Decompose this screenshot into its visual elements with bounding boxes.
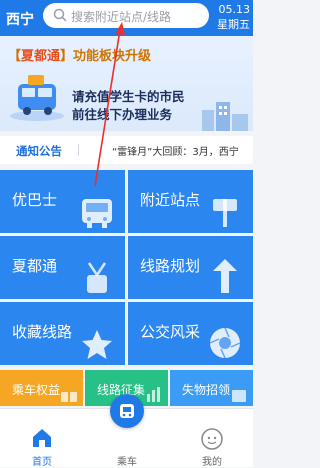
tile-nearby-stops[interactable]: 附近站点 bbox=[128, 170, 253, 233]
tile-label: 附近站点 bbox=[140, 191, 201, 209]
chart-icon bbox=[147, 387, 160, 402]
gift-icon bbox=[61, 392, 77, 402]
box-icon bbox=[232, 390, 246, 402]
tile-xiadutong[interactable]: 夏都通 bbox=[0, 236, 125, 299]
date-text: 05.13 bbox=[218, 3, 251, 16]
date-display: 05.13 星期五 bbox=[217, 2, 250, 32]
notice-divider bbox=[78, 144, 79, 156]
top-header: 西宁 搜索附近站点/线路 05.13 星期五 bbox=[0, 0, 253, 36]
camera-shutter-icon bbox=[209, 327, 241, 359]
bus-illustration-icon bbox=[10, 75, 64, 121]
banner-line-1: 请充值学生卡的市民 bbox=[72, 89, 185, 104]
tab-mine[interactable]: 我的 bbox=[170, 409, 254, 468]
banner-tag-close: 】功能板块升级 bbox=[60, 49, 152, 64]
function-grid: 优巴士 附近站点 夏都通 线路规划 收藏线路 公交风采 bbox=[0, 170, 253, 365]
tile-bus-gallery[interactable]: 公交风采 bbox=[128, 302, 253, 365]
tab-ride-label: 乘车 bbox=[117, 457, 137, 468]
tile-label: 优巴士 bbox=[12, 191, 58, 209]
profile-icon bbox=[201, 428, 223, 450]
tab-home-label: 首页 bbox=[32, 457, 52, 468]
tab-home[interactable]: 首页 bbox=[0, 409, 84, 468]
city-selector[interactable]: 西宁 bbox=[6, 9, 34, 29]
banner-tag: 【夏都通】功能板块升级 bbox=[8, 45, 151, 64]
bus-card-icon bbox=[120, 404, 134, 418]
banner-tag-open: 【 bbox=[8, 49, 22, 64]
search-placeholder: 搜索附近站点/线路 bbox=[71, 10, 172, 24]
notice-bar[interactable]: 通知公告 “雷锋月”大回顾：3月，西宁 bbox=[0, 136, 253, 164]
tile-route-planning[interactable]: 线路规划 bbox=[128, 236, 253, 299]
ride-qr-button[interactable] bbox=[110, 394, 144, 428]
quick-ride-benefits[interactable]: 乘车权益 bbox=[0, 370, 83, 406]
promo-banner[interactable]: 【夏都通】功能板块升级 请充值学生卡的市民 前往线下办理业务 bbox=[0, 36, 253, 131]
tile-favorite-routes[interactable]: 收藏线路 bbox=[0, 302, 125, 365]
quick-label: 失物招领 bbox=[182, 383, 231, 397]
bus-stop-icon bbox=[213, 199, 237, 227]
quick-label: 乘车权益 bbox=[12, 383, 61, 397]
tile-label: 夏都通 bbox=[12, 257, 58, 275]
search-icon bbox=[53, 8, 67, 22]
notice-text: “雷锋月”大回顾：3月，西宁 bbox=[112, 147, 239, 158]
tile-label: 收藏线路 bbox=[12, 323, 73, 341]
quick-lost-found[interactable]: 失物招领 bbox=[170, 370, 253, 406]
tile-youbashi[interactable]: 优巴士 bbox=[0, 170, 125, 233]
weekday-text: 星期五 bbox=[217, 18, 250, 31]
route-arrow-icon bbox=[213, 259, 237, 293]
home-icon bbox=[33, 429, 51, 447]
star-icon bbox=[82, 330, 112, 359]
bus-icon bbox=[82, 199, 112, 228]
tile-label: 线路规划 bbox=[140, 257, 201, 275]
tab-mine-label: 我的 bbox=[202, 457, 222, 468]
notice-title: 通知公告 bbox=[16, 144, 62, 158]
city-building-icon bbox=[202, 102, 248, 131]
tile-label: 公交风采 bbox=[140, 323, 201, 341]
search-input[interactable]: 搜索附近站点/线路 bbox=[43, 3, 209, 28]
banner-line-2: 前往线下办理业务 bbox=[72, 107, 173, 122]
banner-tag-highlight: 夏都通 bbox=[21, 49, 61, 64]
lanyard-card-icon bbox=[87, 262, 107, 293]
